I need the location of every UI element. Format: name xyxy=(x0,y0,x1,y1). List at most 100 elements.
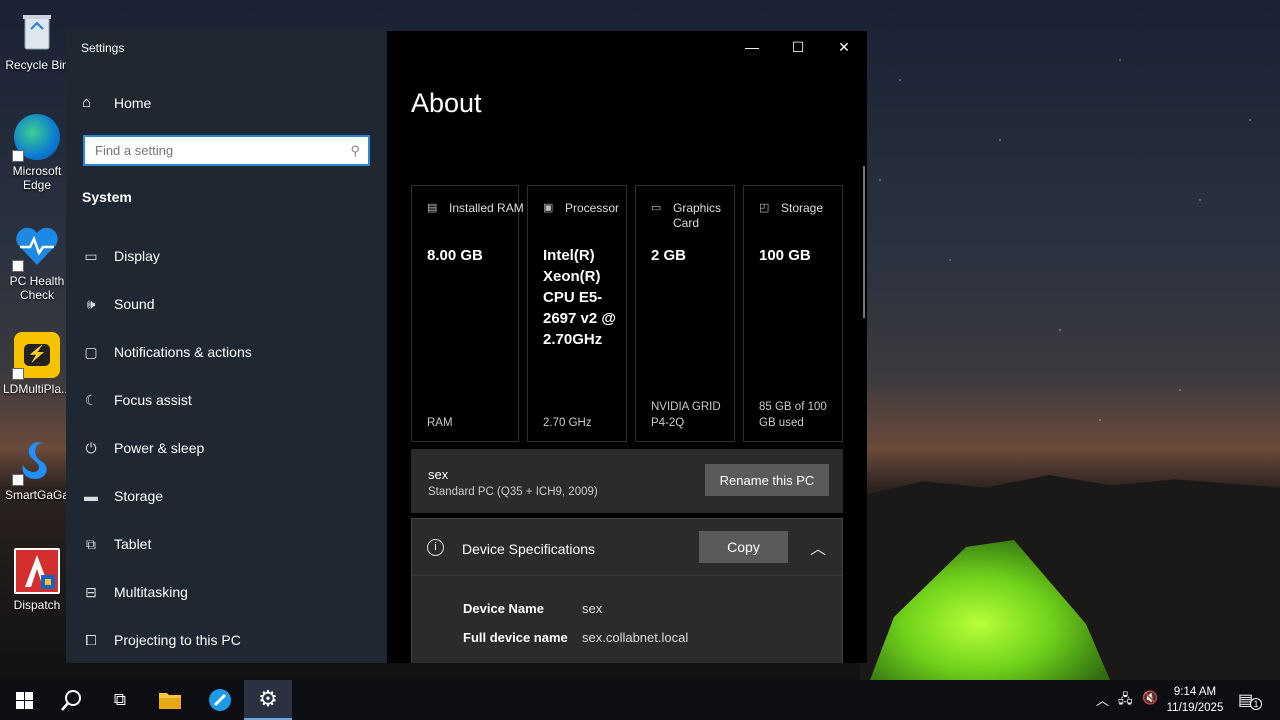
chevron-up-icon[interactable]: ︿ xyxy=(1096,690,1109,709)
chevron-up-icon[interactable]: ︿ xyxy=(810,535,826,559)
page-title: About xyxy=(411,88,482,118)
scrollbar[interactable] xyxy=(863,166,865,318)
card-value: Intel(R) Xeon(R) CPU E5-2697 v2 @ 2.70GH… xyxy=(543,247,617,348)
search-input[interactable] xyxy=(85,137,335,164)
clock-time: 9:14 AM xyxy=(1173,686,1217,698)
card-value: 8.00 GB xyxy=(427,247,483,264)
spec-key: Full device name xyxy=(463,630,568,645)
notification-count: 1 xyxy=(1250,698,1262,710)
desktop-icon-smartgaga[interactable]: SmartGaGa xyxy=(2,438,72,502)
storage-disk-icon: ◰ xyxy=(759,202,770,214)
storage-icon: ▬ xyxy=(84,488,98,504)
copy-button[interactable]: Copy xyxy=(699,531,788,563)
sidebar-item-power-sleep[interactable]: ⏻ Power & sleep xyxy=(82,438,204,458)
sidebar-item-label: Notifications & actions xyxy=(114,344,252,360)
clock-date: 11/19/2025 xyxy=(1166,702,1224,714)
desktop-icon-dispatch[interactable]: Dispatch xyxy=(2,548,72,612)
sidebar-home[interactable]: ⌂ Home xyxy=(82,94,151,111)
processor-icon: ▣ xyxy=(543,202,554,214)
search-taskbar-button[interactable] xyxy=(48,680,96,720)
action-center-button[interactable]: ▤ 1 xyxy=(1238,690,1262,710)
moon-icon: ☾ xyxy=(84,391,98,408)
sidebar-item-multitasking[interactable]: ⊟ Multitasking xyxy=(82,582,188,602)
clock[interactable]: 9:14 AM 11/19/2025 xyxy=(1162,684,1228,716)
info-icon: i xyxy=(427,539,444,556)
settings-sidebar: Settings ⌂ Home ⚲ System ▭ Display 🕪 Sou… xyxy=(66,31,387,663)
sidebar-item-notifications[interactable]: ▢ Notifications & actions xyxy=(82,342,252,362)
card-header: Graphics Card xyxy=(673,201,722,230)
smartgaga-taskbar[interactable] xyxy=(196,680,244,720)
desktop-icon-recycle-bin[interactable]: Recycle Bin xyxy=(2,8,72,72)
settings-taskbar[interactable]: ⚙ xyxy=(244,680,292,720)
card-sub: 2.70 GHz xyxy=(543,417,592,429)
sidebar-item-storage[interactable]: ▬ Storage xyxy=(82,486,163,506)
rename-pc-button[interactable]: Rename this PC xyxy=(705,464,829,496)
desktop-icon-label: PC Health Check xyxy=(9,274,65,302)
dispatch-icon xyxy=(14,548,60,594)
ldmultiplayer-icon: ⚡ xyxy=(12,332,60,380)
speaker-icon: 🕪 xyxy=(86,295,96,312)
power-icon: ⏻ xyxy=(85,439,97,456)
close-button[interactable]: ✕ xyxy=(830,39,858,57)
shortcut-arrow-icon xyxy=(12,368,24,380)
window-title: Settings xyxy=(81,41,125,55)
device-specifications-panel: i Device Specifications Copy ︿ Device Na… xyxy=(411,518,843,663)
start-button[interactable] xyxy=(0,680,48,720)
card-value: 100 GB xyxy=(759,247,811,264)
sidebar-item-label: Tablet xyxy=(114,536,152,552)
sidebar-item-sound[interactable]: 🕪 Sound xyxy=(82,294,155,314)
maximize-button[interactable]: ☐ xyxy=(784,39,812,57)
search-icon[interactable]: ⚲ xyxy=(350,143,360,159)
sidebar-home-label: Home xyxy=(114,94,152,111)
spec-key: Device Name xyxy=(463,601,544,616)
projecting-icon: ⧠ xyxy=(85,631,97,648)
task-view-button[interactable]: ⧉ xyxy=(96,680,144,720)
network-icon[interactable]: 🖧 xyxy=(1118,690,1133,712)
tablet-icon: ⧉ xyxy=(86,535,96,552)
card-sub: 85 GB of 100 GB used xyxy=(759,401,827,429)
sidebar-item-projecting[interactable]: ⧠ Projecting to this PC xyxy=(82,630,240,650)
desktop-icon-label: Dispatch xyxy=(13,598,61,612)
taskbar: ⧉ ⚙ ︿ 🖧 🔇 9:14 AM 11/19/2025 ▤ 1 xyxy=(0,680,1280,720)
pc-health-icon xyxy=(12,224,60,272)
sidebar-item-label: Sound xyxy=(114,296,155,312)
sidebar-item-label: Focus assist xyxy=(114,392,192,408)
pc-name: sex xyxy=(428,467,449,482)
file-explorer-taskbar[interactable] xyxy=(146,680,194,720)
recycle-bin-icon xyxy=(14,8,60,54)
device-specifications-header[interactable]: i Device Specifications Copy ︿ xyxy=(412,519,842,576)
folder-icon xyxy=(159,693,181,709)
search-box[interactable]: ⚲ xyxy=(83,135,370,166)
shortcut-arrow-icon xyxy=(12,474,24,486)
desktop-icon-label: Microsoft Edge xyxy=(12,164,62,192)
card-value: 2 GB xyxy=(651,247,687,264)
sidebar-item-focus-assist[interactable]: ☾ Focus assist xyxy=(82,390,192,410)
pc-model: Standard PC (Q35 + ICH9, 2009) xyxy=(428,486,598,498)
spec-value: sex xyxy=(582,601,603,616)
shortcut-arrow-icon xyxy=(12,260,24,272)
edge-icon xyxy=(12,114,60,162)
sidebar-item-display[interactable]: ▭ Display xyxy=(82,246,160,266)
card-processor: ▣ Processor Intel(R) Xeon(R) CPU E5-2697 … xyxy=(527,185,627,442)
settings-main: — ☐ ✕ About ▤ Installed RAM 8.00 GB RAM ▣… xyxy=(387,31,867,663)
card-header: Storage xyxy=(781,201,824,215)
task-view-icon: ⧉ xyxy=(113,690,127,709)
sidebar-item-label: Power & sleep xyxy=(114,440,205,456)
desktop-icon-edge[interactable]: Microsoft Edge xyxy=(2,114,72,192)
volume-muted-icon[interactable]: 🔇 xyxy=(1142,690,1158,706)
sidebar-item-tablet[interactable]: ⧉ Tablet xyxy=(82,534,151,554)
desktop-icon-label: LDMultiPla... xyxy=(2,382,72,396)
settings-window: Settings ⌂ Home ⚲ System ▭ Display 🕪 Sou… xyxy=(66,31,867,663)
card-graphics-card: ▭ Graphics Card 2 GB NVIDIA GRID P4-2Q xyxy=(635,185,735,442)
sidebar-item-label: Display xyxy=(114,248,160,264)
desktop-icon-label: Recycle Bin xyxy=(5,58,69,72)
desktop-icon-pc-health-check[interactable]: PC Health Check xyxy=(2,224,72,302)
minimize-button[interactable]: — xyxy=(738,39,766,57)
card-storage: ◰ Storage 100 GB 85 GB of 100 GB used xyxy=(743,185,843,442)
desktop-icon-ldmultiplayer[interactable]: ⚡ LDMultiPla... xyxy=(2,332,72,396)
device-specifications-title: Device Specifications xyxy=(462,541,596,557)
ram-icon: ▤ xyxy=(427,202,438,214)
multitasking-icon: ⊟ xyxy=(85,583,97,600)
gear-icon: ⚙ xyxy=(258,686,278,711)
spec-row: Device Name sex xyxy=(463,601,602,616)
